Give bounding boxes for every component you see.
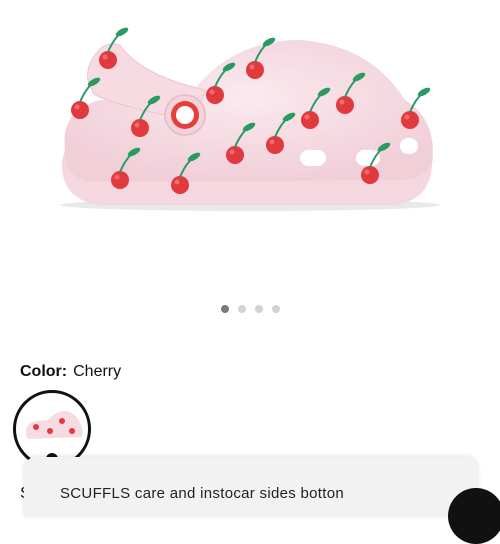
color-selector-header: Color: Cherry (20, 363, 121, 381)
bottom-sheet[interactable]: SCUFFLS care and instocar sides botton (24, 457, 478, 517)
carousel-dot-2[interactable] (237, 305, 246, 313)
bottom-sheet-text: SCUFFLS care and instocar sides botton (60, 485, 345, 502)
carousel-dot-3[interactable] (254, 305, 263, 313)
carousel-dot-1[interactable] (220, 305, 229, 313)
carousel-indicator (0, 305, 500, 313)
color-value: Cherry (73, 363, 122, 380)
color-label: Color: (20, 363, 68, 380)
chat-button[interactable] (448, 488, 500, 544)
carousel-dot-4[interactable] (271, 305, 280, 313)
product-image[interactable] (0, 0, 500, 290)
